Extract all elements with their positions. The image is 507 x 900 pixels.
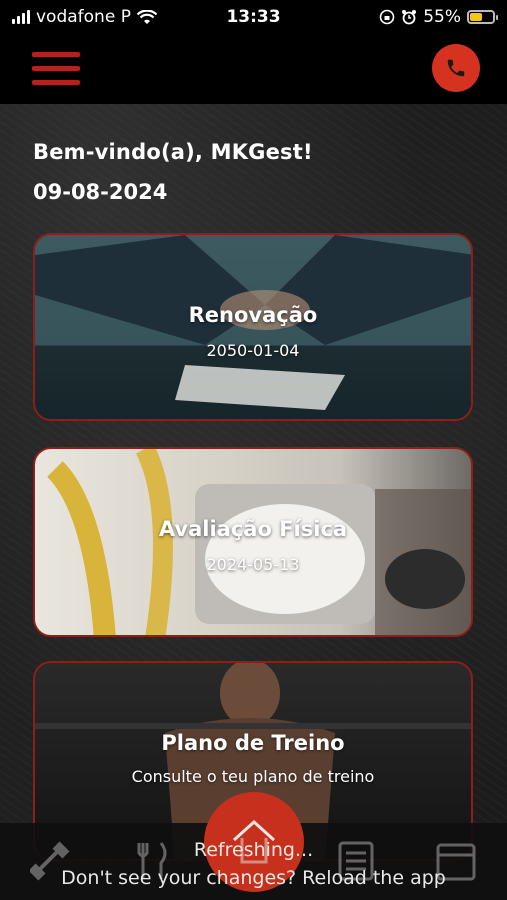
- hamburger-icon[interactable]: [32, 52, 80, 86]
- card-renovacao[interactable]: Renovação 2050-01-04: [33, 233, 473, 421]
- reload-hint[interactable]: Don't see your changes? Reload the app: [0, 864, 507, 892]
- card-title: Avaliação Física: [158, 517, 348, 541]
- alarm-icon: [402, 10, 417, 25]
- scale-illustration: [46, 449, 471, 635]
- phone-icon: [447, 59, 465, 77]
- status-bar: vodafone P 13:33 55%: [0, 0, 507, 34]
- handshake-illustration: [35, 235, 471, 410]
- card-subtitle: 2024-05-13: [206, 555, 300, 574]
- battery-percent: 55%: [423, 7, 461, 27]
- card-title: Renovação: [188, 303, 318, 327]
- card-subtitle: 2050-01-04: [206, 341, 300, 360]
- battery-icon: [467, 10, 498, 24]
- card-title: Plano de Treino: [161, 731, 345, 755]
- refresh-banner: Refreshing... Don't see your changes? Re…: [0, 836, 507, 892]
- refresh-status: Refreshing...: [193, 839, 314, 861]
- screen-lock-icon: [379, 9, 395, 25]
- current-date: 09-08-2024: [33, 180, 168, 204]
- phone-button[interactable]: [432, 44, 480, 92]
- welcome-greeting: Bem-vindo(a), MKGest!: [33, 140, 313, 164]
- card-subtitle: Consulte o teu plano de treino: [131, 767, 375, 786]
- battery-fill: [470, 13, 482, 21]
- card-avaliacao-fisica[interactable]: Avaliação Física 2024-05-13: [33, 447, 473, 637]
- app-header: [0, 34, 507, 104]
